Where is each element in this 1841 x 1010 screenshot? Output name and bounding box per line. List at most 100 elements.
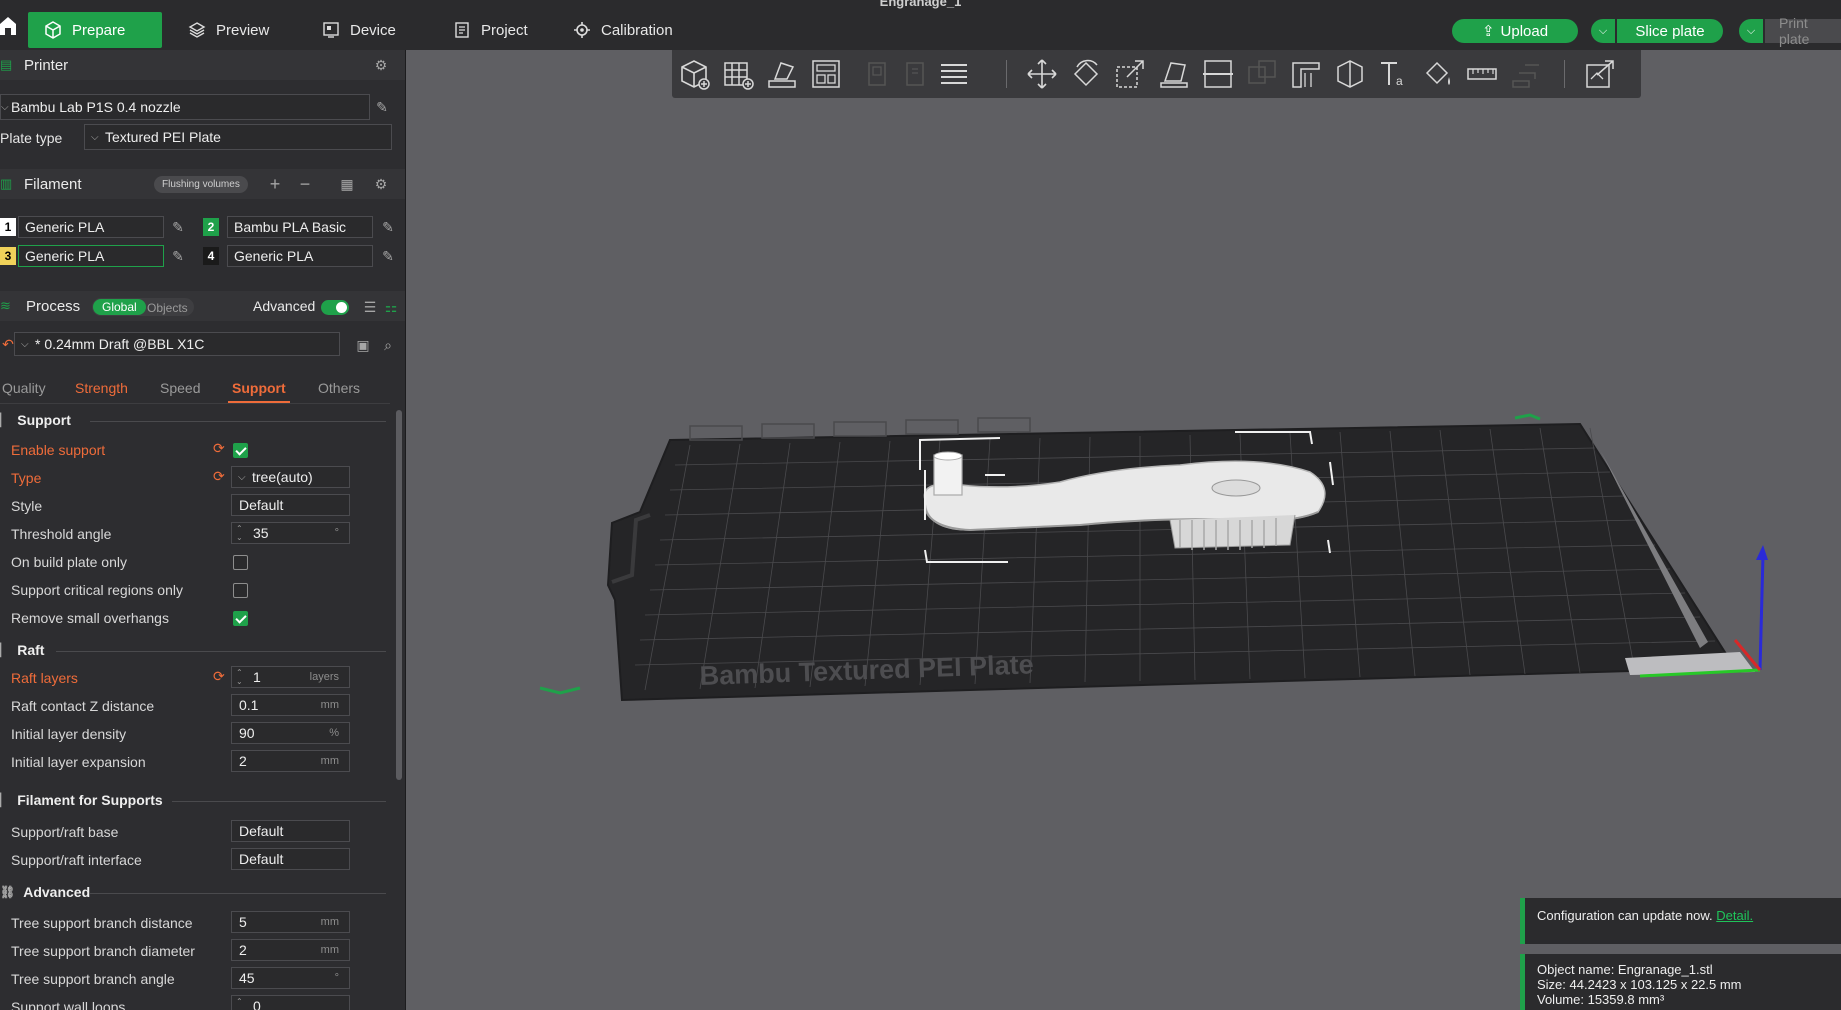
slice-dropdown-button[interactable]: ⌵ [1591,19,1615,43]
subtab-others[interactable]: Others [318,380,360,396]
reset-icon[interactable]: ⟳ [213,668,225,685]
chevron-down-icon: ⌵ [1746,24,1756,37]
flushing-volumes-button[interactable]: Flushing volumes [154,176,248,193]
subtab-strength[interactable]: Strength [75,380,128,396]
paste-icon[interactable] [898,56,934,92]
enable-support-checkbox[interactable] [233,443,248,458]
initial-layer-density-label: Initial layer density [11,726,127,742]
edit-icon[interactable]: ✎ [380,219,396,235]
branch-diameter-input[interactable]: 2 mm [231,939,350,961]
subtab-quality[interactable]: Quality [2,380,46,396]
gear-icon[interactable]: ⚙ [373,57,389,73]
save-icon[interactable]: ▣ [355,337,371,353]
tab-calibration[interactable]: Calibration [557,12,689,48]
branch-angle-input[interactable]: 45 ° [231,967,350,989]
filament-sync-icon[interactable]: ▦ [339,176,355,192]
filament-slot-badge: 3 [0,247,16,265]
support-style-select[interactable]: Default [231,494,350,516]
subtab-support[interactable]: Support [232,380,286,396]
text-icon[interactable]: a [1376,56,1412,92]
assembly-icon[interactable] [1508,56,1544,92]
viewport-toolbar: a [672,50,1641,98]
reset-icon[interactable]: ↶ [0,336,16,352]
threshold-angle-input[interactable]: ⌃ ⌄ 35 ° [231,522,350,544]
subtab-speed[interactable]: Speed [160,380,200,396]
scale-icon[interactable] [1112,56,1148,92]
initial-layer-density-input[interactable]: 90% [231,722,350,744]
edit-icon[interactable]: ✎ [380,248,396,264]
3d-viewport[interactable]: Bambu Textured PEI Plate [407,98,1841,1010]
search-icon[interactable]: ⌕ [380,337,396,353]
upload-button[interactable]: ⇪ Upload [1452,19,1578,43]
filament-slot-2-select[interactable]: Bambu PLA Basic [227,216,373,238]
settings-scrollbar[interactable] [396,410,402,780]
wall-loops-label: Support wall loops [11,999,126,1010]
minus-icon[interactable]: − [297,174,313,194]
chevron-down-icon: ⌵ [21,338,29,350]
remove-small-overhangs-checkbox[interactable] [233,611,248,626]
raft-layers-input[interactable]: ⌃ ⌄ 1 layers [231,666,350,688]
lay-on-face-icon[interactable] [1156,56,1192,92]
rotate-icon[interactable] [1068,56,1104,92]
edit-icon[interactable]: ✎ [170,219,186,235]
list-icon[interactable]: ☰ [362,299,378,315]
gear-icon[interactable]: ⚙ [373,176,389,192]
tab-project[interactable]: Project [437,12,544,48]
reset-icon[interactable]: ⟳ [213,440,225,457]
cut-icon[interactable] [1200,56,1236,92]
wall-loops-input[interactable]: ⌃⌄0 [231,995,350,1010]
branch-distance-input[interactable]: 5 mm [231,911,350,933]
edit-icon[interactable]: ✎ [374,99,390,115]
filament-slot-badge: 1 [0,218,16,236]
support-raft-interface-select[interactable]: Default [231,848,350,870]
seam-painting-icon[interactable] [1332,56,1368,92]
boolean-icon[interactable] [1244,56,1280,92]
stepper-arrows-icon[interactable]: ⌃⌄ [236,997,243,1010]
tab-prepare[interactable]: Prepare [28,12,162,48]
support-type-select[interactable]: ⌵ tree(auto) [231,466,350,488]
filament-slot-4-select[interactable]: Generic PLA [227,245,373,267]
plate-type-select[interactable]: ⌵ Textured PEI Plate [84,124,392,150]
copy-icon[interactable] [860,56,896,92]
reset-icon[interactable]: ⟳ [213,468,225,485]
filament-slot-badge: 2 [203,218,219,236]
project-icon [455,22,469,38]
add-icon[interactable]: + [267,174,283,194]
slice-plate-button[interactable]: Slice plate [1617,19,1723,43]
print-dropdown-button[interactable]: ⌵ [1739,19,1763,43]
stepper-arrows-icon[interactable]: ⌃⌄ [236,524,243,542]
objects-button[interactable]: Objects [147,301,188,315]
tab-preview[interactable]: Preview [172,12,285,48]
process-section-header: ≋ Process Global Objects Advanced ☰ ⚏ [0,291,405,321]
divider [90,893,386,894]
add-plate-icon[interactable] [720,56,756,92]
filament-slot-1-select[interactable]: Generic PLA [18,216,164,238]
filament-slot-3-select[interactable]: Generic PLA [18,245,164,267]
split-objects-icon[interactable] [1582,56,1618,92]
process-preset-select[interactable]: ⌵ * 0.24mm Draft @BBL X1C [14,332,340,356]
critical-regions-checkbox[interactable] [233,583,248,598]
advanced-toggle[interactable] [321,300,349,315]
support-painting-icon[interactable] [1288,56,1324,92]
detail-link[interactable]: Detail. [1716,908,1753,923]
add-object-icon[interactable] [676,56,712,92]
home-icon[interactable] [0,15,16,35]
arrange-icon[interactable] [808,56,844,92]
auto-orient-icon[interactable] [764,56,800,92]
color-painting-icon[interactable] [1420,56,1456,92]
measure-icon[interactable] [1464,56,1500,92]
on-build-plate-checkbox[interactable] [233,555,248,570]
global-button[interactable]: Global [93,299,146,315]
stepper-arrows-icon[interactable]: ⌃⌄ [236,668,243,686]
tab-device[interactable]: Device [306,12,412,48]
edit-icon[interactable]: ✎ [170,248,186,264]
move-icon[interactable] [1024,56,1060,92]
layers-list-icon[interactable] [936,56,972,92]
compare-icon[interactable]: ⚏ [383,299,399,315]
raft-contact-z-input[interactable]: 0.1 mm [231,694,350,716]
printer-select[interactable]: ⌵ Bambu Lab P1S 0.4 nozzle [0,94,370,120]
enable-support-label: Enable support [11,442,106,458]
print-plate-button[interactable]: Print plate [1765,15,1841,47]
initial-layer-expansion-input[interactable]: 2 mm [231,750,350,772]
support-raft-base-select[interactable]: Default [231,820,350,842]
